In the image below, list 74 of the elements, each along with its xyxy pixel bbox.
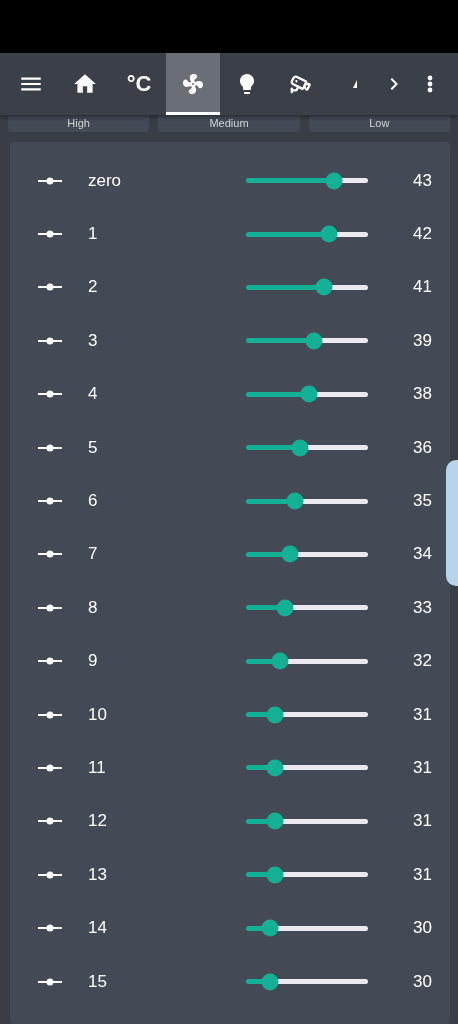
slider-value: 42 <box>413 224 432 245</box>
slider-value: 31 <box>413 864 432 885</box>
slider-value: 33 <box>413 597 432 618</box>
mode-button[interactable]: Low <box>308 115 450 132</box>
slider-label: 14 <box>88 918 108 939</box>
slider-label: 5 <box>88 437 99 458</box>
slider-icon <box>38 336 62 345</box>
partial-icon <box>353 80 357 88</box>
slider-icon <box>38 764 62 772</box>
slider-label: 11 <box>88 758 107 778</box>
slider-thumb[interactable] <box>276 599 294 617</box>
slider-value: 30 <box>413 918 432 939</box>
slider-icon <box>38 657 62 666</box>
slider-label: 1 <box>88 224 99 245</box>
slider-label: 6 <box>88 491 99 512</box>
slider-thumb[interactable] <box>300 385 318 403</box>
slider-icon <box>38 550 62 559</box>
slider-thumb[interactable] <box>286 492 304 510</box>
slider-label: 9 <box>88 651 99 672</box>
slider-icon <box>38 870 62 879</box>
mode-button[interactable]: Medium <box>158 115 300 132</box>
slider-thumb[interactable] <box>320 225 338 243</box>
slider-thumb[interactable] <box>325 172 343 190</box>
slider-thumb[interactable] <box>266 706 284 724</box>
slider-icon <box>38 230 62 239</box>
slider-value: 39 <box>413 330 432 351</box>
slider-value: 30 <box>413 971 432 992</box>
slider-label: zero <box>88 170 123 191</box>
slider-thumb[interactable] <box>261 919 279 937</box>
slider-value: 32 <box>413 651 432 672</box>
slider-thumb[interactable] <box>266 812 284 830</box>
slider-icon <box>38 443 62 452</box>
slider-value: 43 <box>413 170 432 191</box>
slider-thumb[interactable] <box>266 759 284 777</box>
temperature-tab[interactable]: °C <box>112 53 166 115</box>
slider-label: 13 <box>88 864 108 885</box>
slider-label: 8 <box>88 597 99 618</box>
slider-label: 12 <box>88 811 108 832</box>
slider-thumb[interactable] <box>315 278 333 296</box>
slider-value: 38 <box>413 384 432 405</box>
fan-tab[interactable] <box>166 53 220 115</box>
slider-thumb[interactable] <box>266 866 284 884</box>
slider-icon <box>38 924 62 933</box>
security-camera-icon <box>290 73 312 95</box>
fan-icon <box>181 72 205 96</box>
slider-label: 7 <box>88 544 99 565</box>
slider-value: 36 <box>413 437 432 458</box>
more-icon <box>427 75 433 93</box>
slider-thumb[interactable] <box>291 439 309 457</box>
slider-icon <box>38 977 62 986</box>
slider-label: 2 <box>88 277 99 298</box>
slider-label: 15 <box>88 971 108 992</box>
slider-label: 4 <box>88 384 99 405</box>
slider-value: 41 <box>413 277 432 298</box>
slider-value: 31 <box>413 758 432 778</box>
scroll-handle[interactable] <box>446 460 458 586</box>
slider-icon <box>38 603 62 612</box>
slider-thumb[interactable] <box>305 332 323 350</box>
slider-value: 35 <box>413 491 432 512</box>
slider-value: 34 <box>413 544 432 565</box>
slider-thumb[interactable] <box>271 652 289 670</box>
slider-thumb[interactable] <box>281 545 299 563</box>
slider-value: 31 <box>413 811 432 832</box>
slider-icon <box>38 497 62 506</box>
slider-icon <box>38 176 62 185</box>
slider-icon <box>38 710 62 719</box>
mode-button[interactable]: High <box>8 115 150 132</box>
slider-label: 10 <box>88 704 108 725</box>
slider-icon <box>38 390 62 399</box>
slider-icon <box>38 283 62 292</box>
slider-value: 31 <box>413 704 432 725</box>
slider-thumb[interactable] <box>261 973 279 991</box>
slider-icon <box>38 817 62 826</box>
slider-label: 3 <box>88 330 99 351</box>
